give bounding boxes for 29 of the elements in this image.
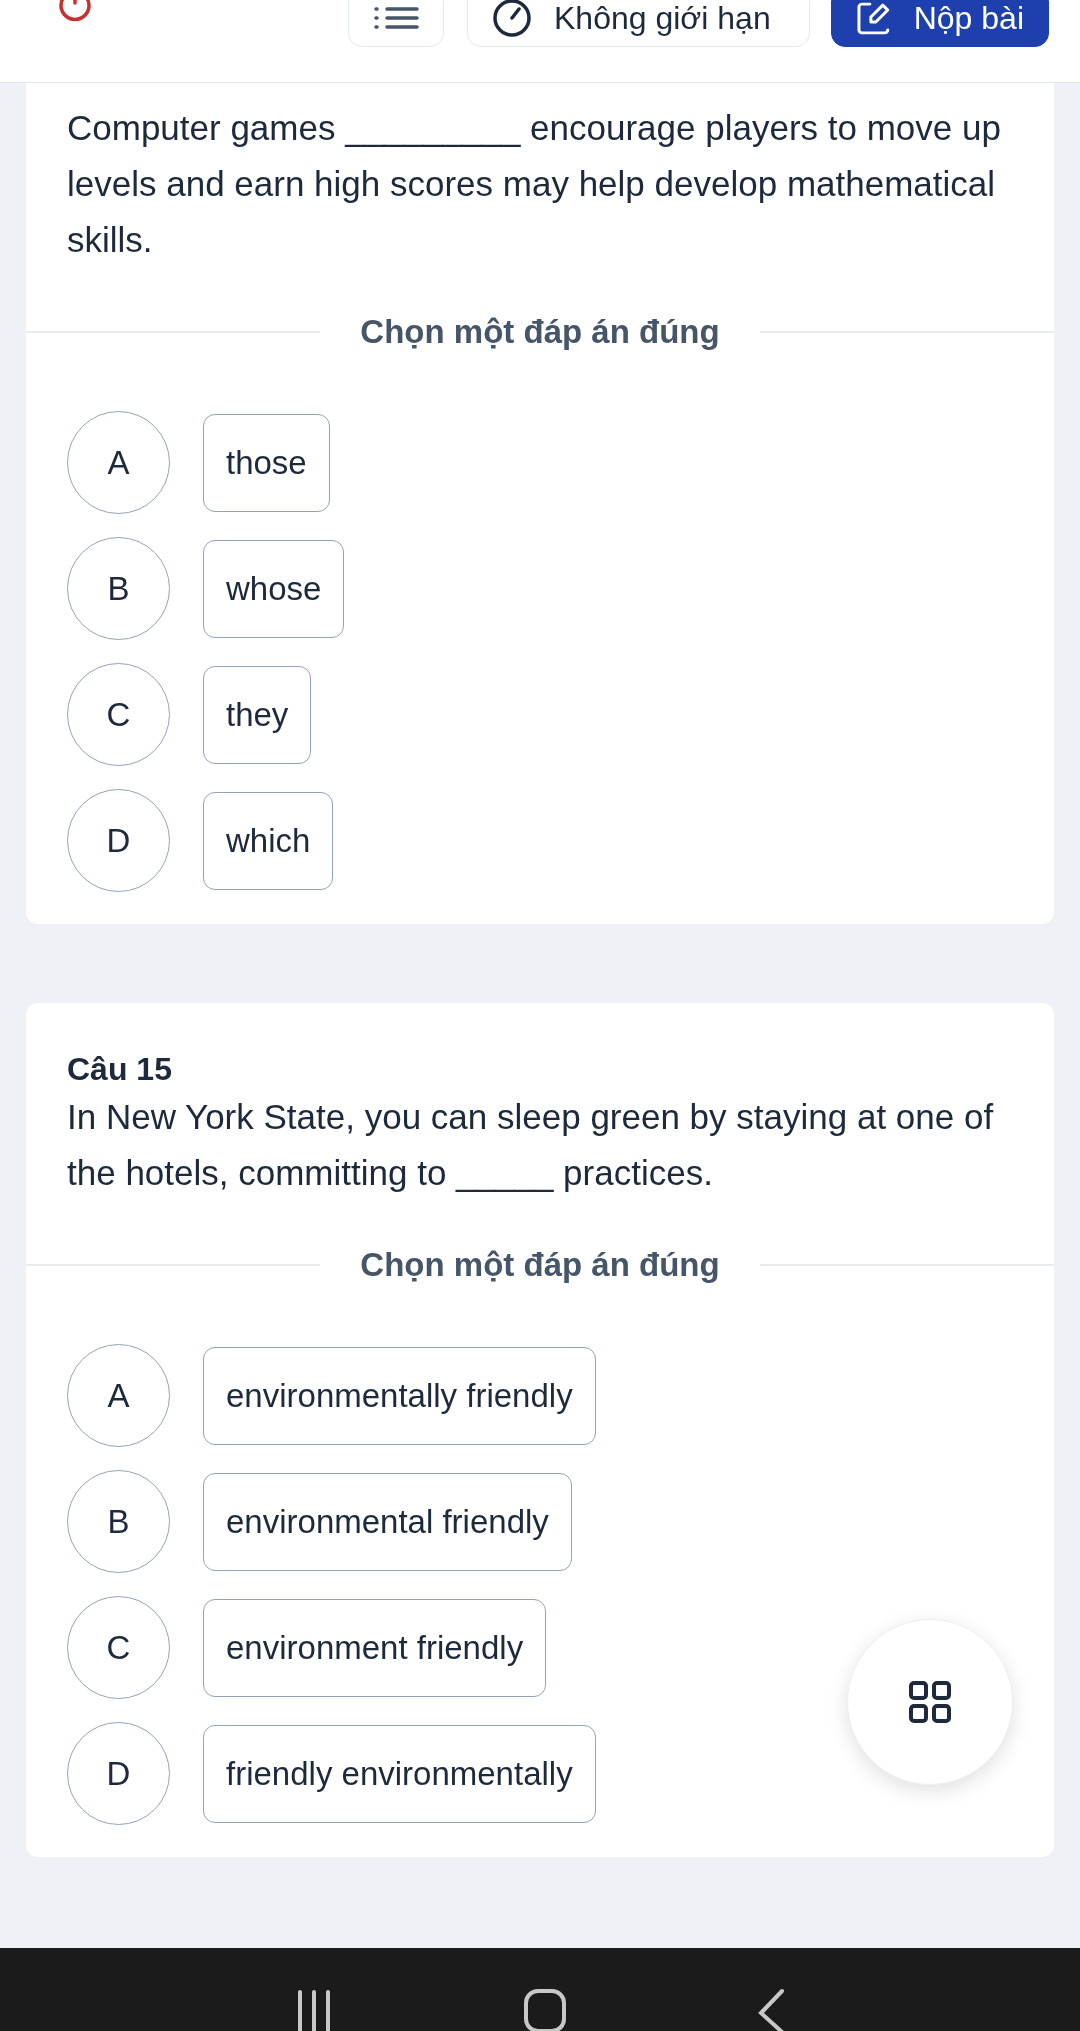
option-letter-button[interactable]: A [67,411,170,514]
option-answer-button[interactable]: environment friendly [203,1598,547,1697]
menu-icon [373,5,419,30]
option-answer-button[interactable]: they [203,665,312,764]
option-answer-button[interactable]: those [203,413,330,512]
option-letter-button[interactable]: B [67,537,170,640]
option-letter-button[interactable]: D [67,789,170,892]
option-answer-button[interactable]: whose [203,539,345,638]
home-icon[interactable] [523,1988,567,2031]
option-letter-button[interactable]: C [67,663,170,766]
submit-button[interactable]: Nộp bài [831,0,1049,47]
answer-prompt: Chọn một đáp án đúng [360,1245,720,1285]
option-letter-button[interactable]: A [67,1344,170,1447]
option-letter-button[interactable]: D [67,1722,170,1825]
edit-icon [856,0,892,36]
option-answer-button[interactable]: which [203,791,334,890]
question-text: In New York State, you can sleep green by staying at one of the hotels, committing to _____ practices. [67,1096,995,1194]
question-title: Câu 15 [67,1050,173,1089]
stopwatch-icon [492,0,532,38]
answer-prompt: Chọn một đáp án đúng [360,312,720,352]
question-text: Computer games _________ encourage players to move up levels and earn high scores may help develop mathematical skills. [67,107,1002,261]
option-letter-button[interactable]: B [67,1470,170,1573]
option-letter-button[interactable]: C [67,1596,170,1699]
option-answer-button[interactable]: friendly environmentally [203,1724,596,1823]
option-answer-button[interactable]: environmental friendly [203,1472,572,1571]
menu-button[interactable] [348,0,444,47]
timer-button[interactable]: Không giới hạn [467,0,810,47]
grid-icon [908,1680,952,1724]
option-answer-button[interactable]: environmentally friendly [203,1346,596,1445]
